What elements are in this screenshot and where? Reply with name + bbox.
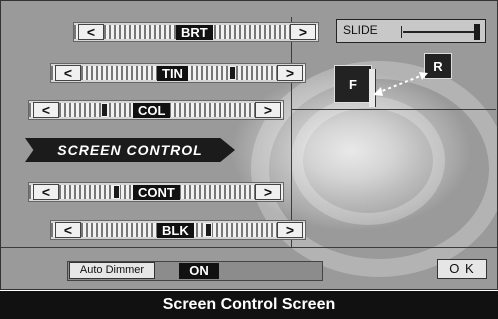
frame-divider [1,247,497,248]
blk-increase-button[interactable]: > [277,222,303,238]
slide-control[interactable]: SLIDE [336,19,486,43]
frame-divider [291,17,292,247]
cont-decrease-button[interactable]: < [33,184,59,200]
col-increase-button[interactable]: > [255,102,281,118]
tin-level-knob[interactable] [229,66,236,80]
cont-level-knob[interactable] [113,185,120,199]
col-decrease-button[interactable]: < [33,102,59,118]
screen-control-display: < BRT > < TIN > < COL > SCREEN CONTROL <… [0,0,498,290]
col-slider[interactable]: < COL > [28,100,284,120]
slide-track [403,31,475,33]
col-label: COL [133,103,171,118]
frame-divider [291,109,496,110]
brt-decrease-button[interactable]: < [78,24,104,40]
screen-control-title: SCREEN CONTROL [25,138,235,162]
cont-label: CONT [133,185,180,200]
auto-dimmer-button[interactable]: Auto Dimmer [69,262,155,279]
tin-decrease-button[interactable]: < [55,65,81,81]
front-screen-button[interactable]: F [334,65,372,103]
cont-slider[interactable]: < CONT > [28,182,284,202]
slide-track-start [401,26,402,38]
blk-label: BLK [157,223,194,238]
blk-level-knob[interactable] [205,223,212,237]
background-swirl [291,96,445,225]
ok-button[interactable]: O K [437,259,487,279]
blk-decrease-button[interactable]: < [55,222,81,238]
slide-thumb[interactable] [474,24,480,40]
slide-label: SLIDE [343,23,378,37]
brt-increase-button[interactable]: > [290,24,316,40]
tin-slider[interactable]: < TIN > [50,63,306,83]
brt-label: BRT [176,25,213,40]
tin-increase-button[interactable]: > [277,65,303,81]
auto-dimmer-value: ON [179,263,219,279]
caption: Screen Control Screen [0,291,498,319]
brt-slider[interactable]: < BRT > [73,22,319,42]
tin-label: TIN [157,66,188,81]
blk-slider[interactable]: < BLK > [50,220,306,240]
cont-increase-button[interactable]: > [255,184,281,200]
front-rear-arrow-icon [373,72,428,96]
col-level-knob[interactable] [101,103,108,117]
